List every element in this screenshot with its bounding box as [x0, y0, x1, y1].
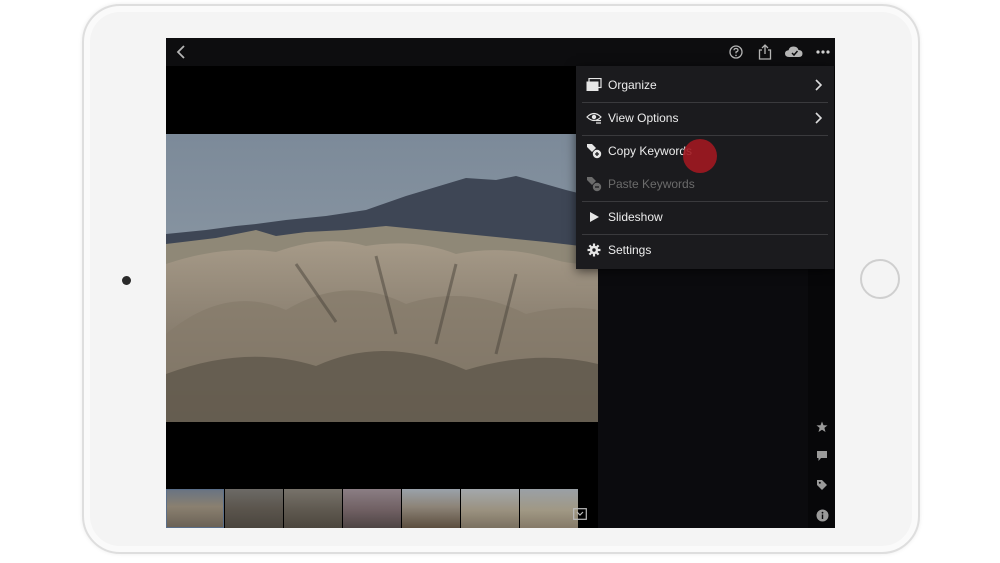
- star-icon[interactable]: [814, 419, 830, 435]
- main-photo[interactable]: [166, 134, 598, 422]
- menu-item-slideshow[interactable]: Slideshow: [576, 201, 834, 233]
- gear-icon: [586, 242, 602, 258]
- chevron-right-icon: [814, 78, 824, 92]
- app-screen: Organize View Options Copy Keywords Past…: [166, 38, 835, 528]
- menu-item-label: Paste Keywords: [608, 177, 695, 191]
- ellipsis-icon[interactable]: [814, 42, 832, 62]
- menu-item-organize[interactable]: Organize: [576, 69, 834, 101]
- cloud-sync-icon[interactable]: [784, 42, 804, 62]
- top-toolbar: [166, 38, 835, 66]
- home-button[interactable]: [860, 259, 900, 299]
- filmstrip-thumb[interactable]: [402, 489, 460, 528]
- filmstrip-thumb[interactable]: [461, 489, 519, 528]
- filmstrip-thumb[interactable]: [284, 489, 342, 528]
- paste-keywords-icon: [586, 176, 602, 192]
- menu-item-paste-keywords[interactable]: Paste Keywords: [576, 168, 834, 200]
- filmstrip-thumb[interactable]: [343, 489, 401, 528]
- menu-item-label: Settings: [608, 243, 652, 257]
- share-icon[interactable]: [756, 42, 774, 62]
- menu-item-view-options[interactable]: View Options: [576, 102, 834, 134]
- menu-item-label: Organize: [608, 78, 657, 92]
- copy-keywords-icon: [586, 143, 602, 159]
- help-circle-icon[interactable]: [727, 43, 745, 61]
- chevron-left-icon[interactable]: [172, 42, 190, 62]
- filmstrip-toggle-icon[interactable]: [572, 507, 588, 521]
- chevron-right-icon: [814, 111, 824, 125]
- organize-icon: [586, 77, 602, 93]
- info-icon[interactable]: [814, 507, 830, 523]
- menu-item-label: View Options: [608, 111, 679, 125]
- front-camera: [122, 276, 131, 285]
- filmstrip-thumb[interactable]: [225, 489, 283, 528]
- menu-item-label: Copy Keywords: [608, 144, 693, 158]
- menu-item-settings[interactable]: Settings: [576, 234, 834, 266]
- filmstrip-thumb[interactable]: [166, 489, 224, 528]
- tap-indicator: [683, 139, 717, 173]
- filmstrip: [166, 489, 598, 528]
- play-icon: [586, 209, 602, 225]
- tag-icon[interactable]: [814, 477, 830, 493]
- view-options-icon: [586, 110, 602, 126]
- menu-item-label: Slideshow: [608, 210, 663, 224]
- filmstrip-thumb[interactable]: [520, 489, 578, 528]
- comment-icon[interactable]: [814, 448, 830, 464]
